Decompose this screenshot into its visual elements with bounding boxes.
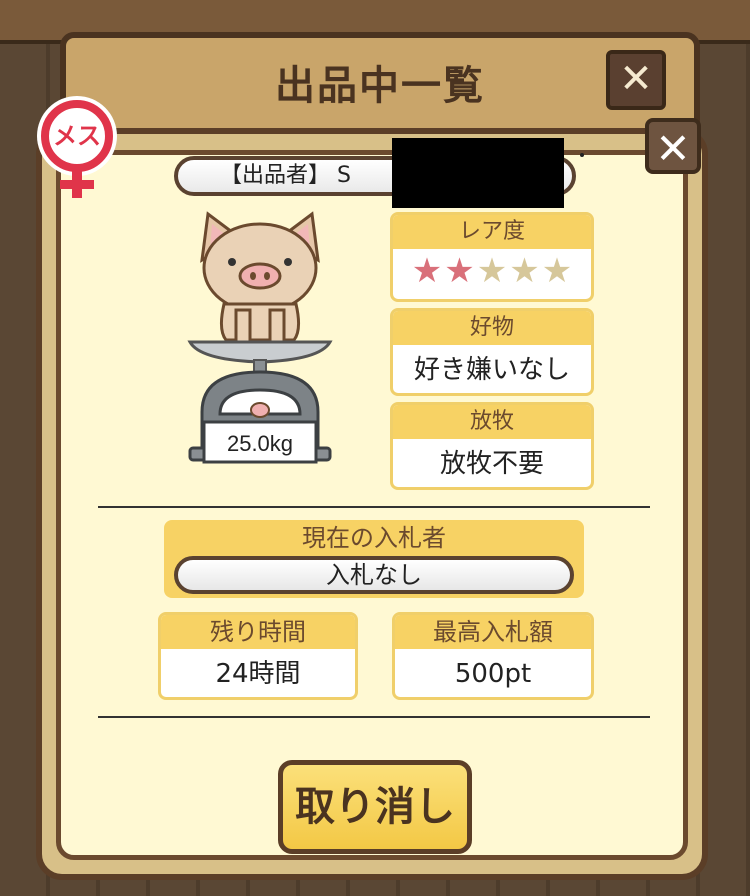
redacted-seller-name [392, 138, 564, 208]
favorite-food-header: 好物 [393, 311, 591, 345]
rarity-box: レア度 ★ ★ ★ ★ ★ [390, 212, 594, 302]
pig-on-scale-illustration: 25.0kg [187, 211, 333, 464]
star-icon: ★ [411, 251, 443, 291]
rarity-header: レア度 [393, 215, 591, 249]
decorative-dot [580, 153, 584, 157]
star-icon: ★ [509, 251, 540, 291]
star-icon: ★ [444, 251, 475, 291]
modal-close-button[interactable]: ✕ [645, 118, 701, 174]
scale-weight-readout: 25.0kg [227, 431, 293, 456]
time-left-box: 残り時間 24時間 [158, 612, 358, 700]
back-window-title: 出品中一覧 [275, 63, 485, 109]
current-bidder-header: 現在の入札者 [302, 524, 446, 552]
highest-bid-value: 500pt [454, 659, 532, 689]
back-window-close-button[interactable]: ✕ [606, 50, 666, 110]
grazing-header: 放牧 [393, 405, 591, 439]
divider [98, 716, 650, 718]
current-bidder-box: 現在の入札者 入札なし [164, 520, 584, 598]
female-icon: メス [37, 96, 117, 198]
favorite-food-box: 好物 好き嫌いなし [390, 308, 594, 396]
seller-label: 【出品者】 S [220, 163, 351, 188]
rarity-stars: ★ ★ ★ ★ ★ [393, 249, 591, 293]
star-icon: ★ [541, 251, 573, 291]
time-left-value: 24時間 [215, 659, 301, 689]
grazing-value: 放牧不要 [439, 449, 544, 479]
gender-label: メス [53, 122, 101, 150]
time-left-header: 残り時間 [161, 615, 355, 649]
current-bidder-value: 入札なし [174, 556, 574, 594]
star-icon: ★ [476, 251, 508, 291]
favorite-food-value: 好き嫌いなし [413, 355, 570, 385]
highest-bid-header: 最高入札額 [395, 615, 591, 649]
divider [98, 506, 650, 508]
grazing-box: 放牧 放牧不要 [390, 402, 594, 490]
cancel-listing-button[interactable]: 取り消し [278, 760, 472, 854]
highest-bid-box: 最高入札額 500pt [392, 612, 594, 700]
